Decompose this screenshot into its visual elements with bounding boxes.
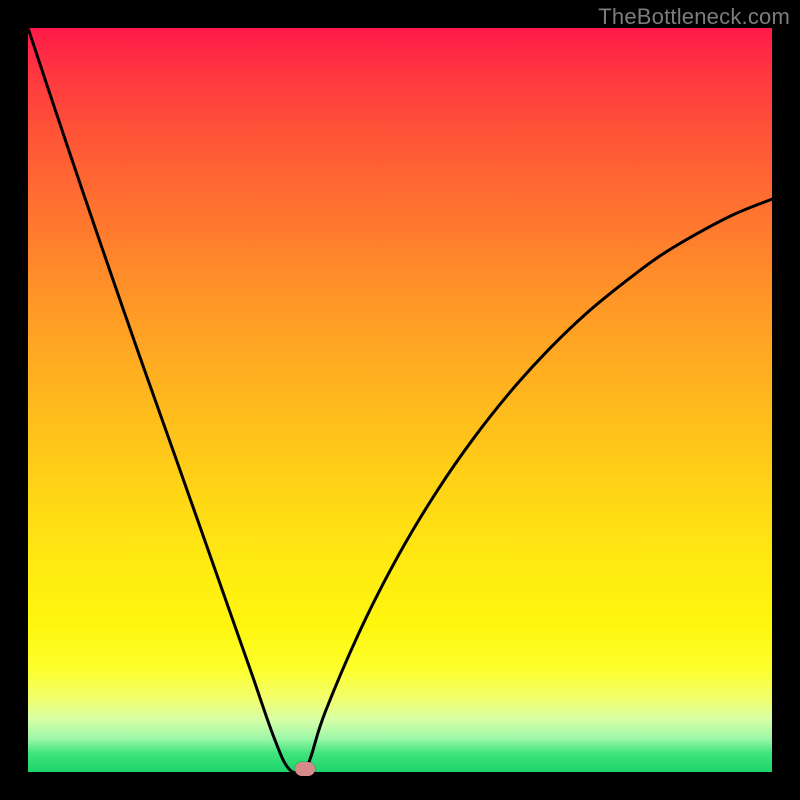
chart-frame: TheBottleneck.com: [0, 0, 800, 800]
selected-point-marker: [295, 762, 315, 776]
bottleneck-curve: [28, 28, 772, 772]
plot-area: [28, 28, 772, 772]
watermark-text: TheBottleneck.com: [598, 4, 790, 30]
